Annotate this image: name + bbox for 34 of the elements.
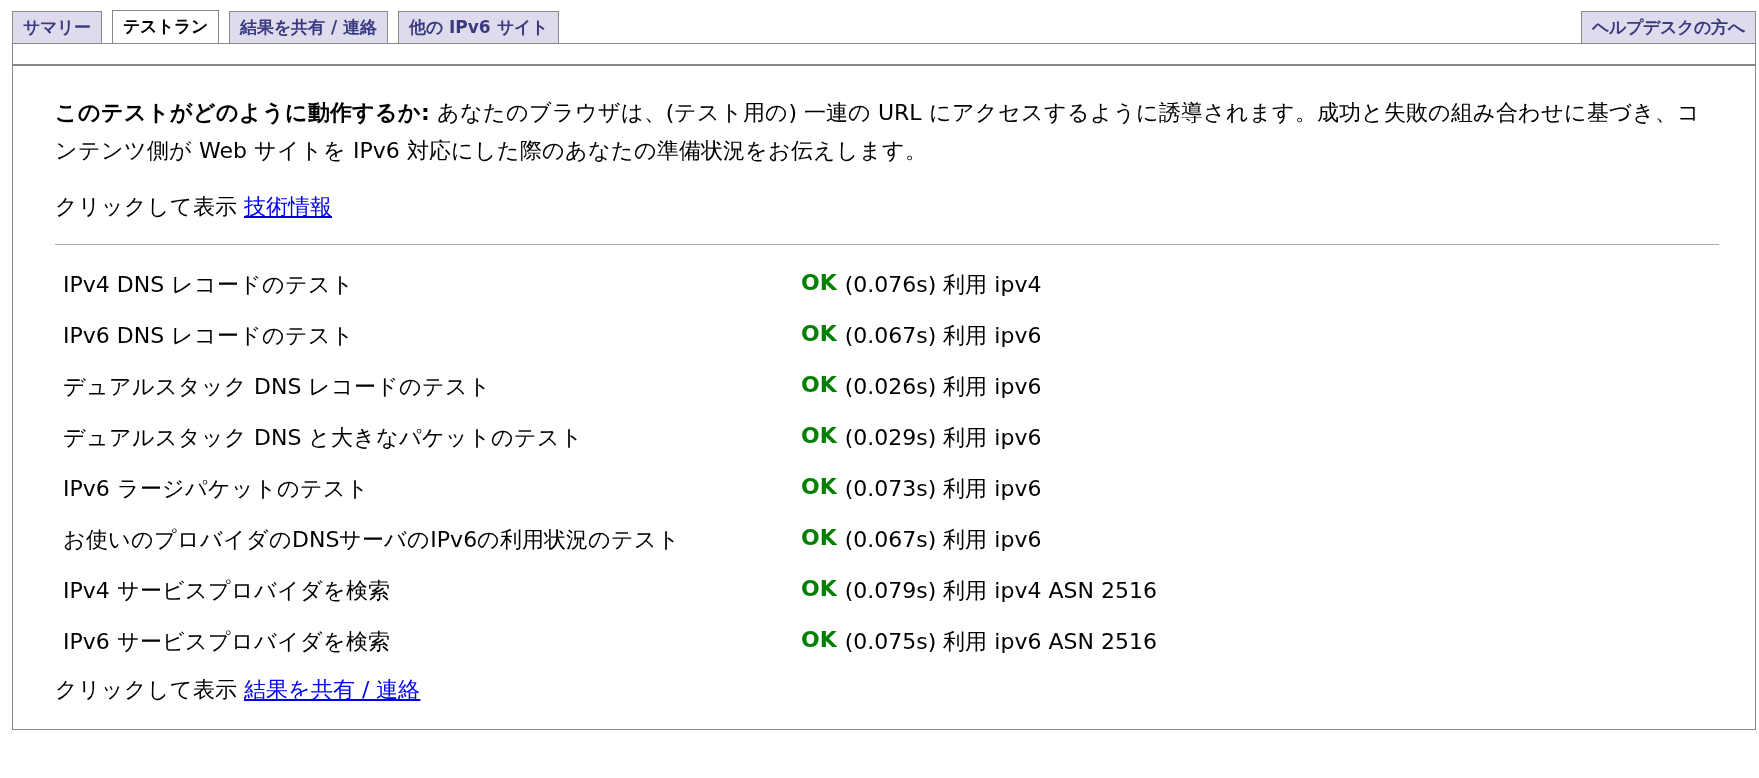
test-detail: (0.079s) 利用 ipv4 ASN 2516 bbox=[844, 576, 1157, 605]
share-results-link[interactable]: 結果を共有 / 連絡 bbox=[244, 677, 421, 702]
intro-paragraph: このテストがどのように動作するか: あなたのブラウザは、(テスト用の) 一連の URL にアクセスするように誘導されます。成功と失敗の組み合わせに基づき、コンテンツ側が Web サイトを IPv6 対応にした際のあなたの準備状況をお伝えします。 bbox=[55, 99, 1701, 165]
test-name: IPv4 サービスプロバイダを検索 bbox=[63, 576, 391, 605]
tab[interactable]: サマリー bbox=[12, 11, 102, 43]
tab[interactable]: テストラン bbox=[112, 10, 219, 43]
tech-info-link[interactable]: 技術情報 bbox=[244, 194, 332, 219]
click-to-show-text: クリックして表示 bbox=[55, 677, 237, 702]
test-name: デュアルスタック DNS レコードのテスト bbox=[63, 372, 493, 401]
click-to-show-text: クリックして表示 bbox=[55, 194, 237, 219]
test-status: OK bbox=[801, 626, 837, 654]
test-detail: (0.067s) 利用 ipv6 bbox=[844, 321, 1042, 350]
test-status: OK bbox=[801, 575, 837, 603]
test-status: OK bbox=[801, 371, 837, 399]
test-status: OK bbox=[801, 269, 837, 297]
test-status: OK bbox=[801, 524, 837, 552]
test-detail: (0.029s) 利用 ipv6 bbox=[844, 423, 1042, 452]
test-name: お使いのプロバイダのDNSサーバのIPv6の利用状況のテスト bbox=[63, 525, 682, 554]
test-name: デュアルスタック DNS と大きなパケットのテスト bbox=[63, 423, 585, 452]
test-name: IPv6 ラージパケットのテスト bbox=[63, 474, 370, 503]
tab[interactable]: 結果を共有 / 連絡 bbox=[229, 11, 389, 43]
test-detail: (0.067s) 利用 ipv6 bbox=[844, 525, 1042, 554]
test-status: OK bbox=[801, 320, 837, 348]
test-status: OK bbox=[801, 473, 837, 501]
test-detail: (0.026s) 利用 ipv6 bbox=[844, 372, 1042, 401]
test-name: IPv6 DNS レコードのテスト bbox=[63, 321, 356, 350]
test-name: IPv6 サービスプロバイダを検索 bbox=[63, 627, 391, 656]
tab[interactable]: ヘルプデスクの方へ bbox=[1581, 11, 1756, 43]
tab[interactable]: 他の IPv6 サイト bbox=[398, 11, 559, 43]
test-detail: (0.076s) 利用 ipv4 bbox=[844, 270, 1042, 299]
test-name: IPv4 DNS レコードのテスト bbox=[63, 270, 356, 299]
test-detail: (0.073s) 利用 ipv6 bbox=[844, 474, 1042, 503]
test-status: OK bbox=[801, 422, 837, 450]
test-detail: (0.075s) 利用 ipv6 ASN 2516 bbox=[844, 627, 1157, 656]
